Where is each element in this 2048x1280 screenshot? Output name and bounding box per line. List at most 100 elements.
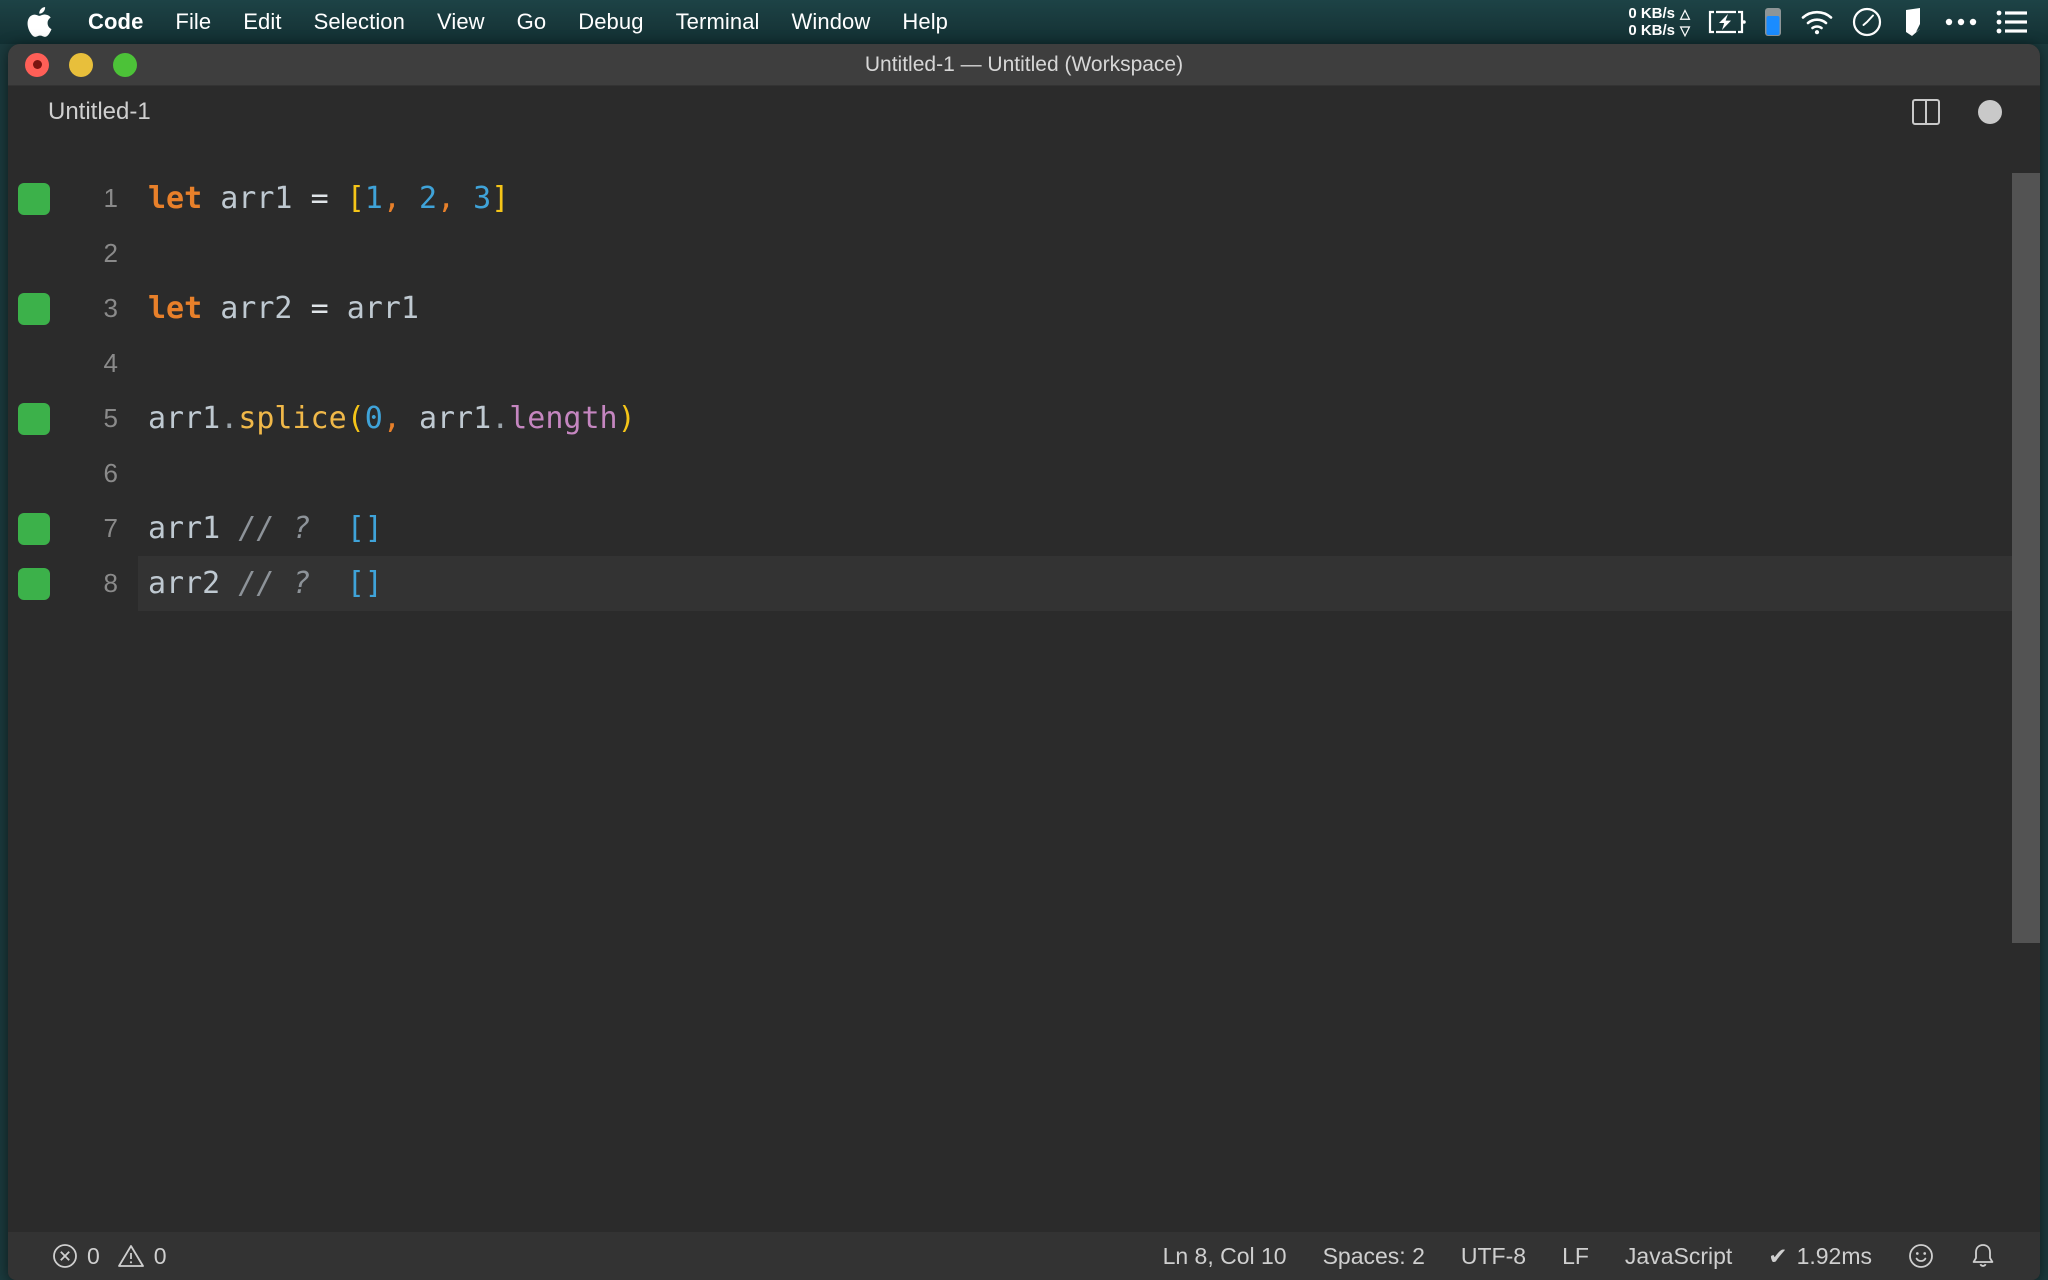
code-line[interactable]: 8 arr2 // ? [] (8, 556, 2040, 611)
close-button[interactable] (25, 52, 49, 77)
problems-indicator[interactable]: 0 0 (34, 1243, 185, 1270)
code-editor[interactable]: 1 let arr1 = [1, 2, 3] 2 3 let arr2 = arr1 4 5… (8, 138, 2040, 1232)
error-count: 0 (87, 1242, 100, 1269)
menu-item-selection[interactable]: Selection (298, 0, 421, 44)
menu-bar-status-items: 0 KB/s 0 KB/s △ ▽ (1628, 0, 2048, 44)
status-bar-left: 0 0 (8, 1243, 185, 1270)
code-token: 2 (418, 181, 437, 216)
editor-vertical-scrollbar[interactable] (2012, 173, 2040, 943)
code-line-text: let arr2 = arr1 (148, 291, 2040, 326)
network-upload-speed: 0 KB/s (1628, 5, 1675, 22)
code-line[interactable]: 3 let arr2 = arr1 (8, 281, 2040, 336)
code-token: arr1 (148, 511, 221, 546)
minimize-button[interactable] (69, 52, 93, 77)
maximize-button[interactable] (113, 52, 137, 77)
warning-triangle-icon (117, 1243, 145, 1269)
line-number: 8 (103, 568, 118, 598)
menu-item-window[interactable]: Window (776, 0, 887, 44)
app-icon[interactable] (1900, 7, 1926, 37)
unsaved-dot-icon[interactable] (1978, 100, 2002, 124)
code-token: , (382, 401, 401, 436)
code-token: ( (346, 401, 365, 436)
apple-logo-icon[interactable] (26, 7, 52, 37)
code-line-text: let arr1 = [1, 2, 3] (148, 181, 2040, 216)
vscode-window: Untitled-1 — Untitled (Workspace) Untitl… (8, 44, 2040, 1280)
menu-item-terminal[interactable]: Terminal (660, 0, 776, 44)
runtime-check-icon: ✔ (1768, 1242, 1788, 1269)
menu-item-file[interactable]: File (159, 0, 227, 44)
ellipsis-icon[interactable] (1944, 16, 1978, 28)
quokka-runtime-indicator[interactable]: ✔ 1.92ms (1750, 1243, 1890, 1270)
traffic-light-buttons (8, 52, 137, 77)
tab-bar-actions (1912, 99, 2040, 125)
menu-item-go[interactable]: Go (501, 0, 563, 44)
code-token: 0 (364, 401, 383, 436)
menu-item-debug[interactable]: Debug (562, 0, 659, 44)
code-token: [ (346, 181, 365, 216)
code-token: // ? (238, 511, 311, 546)
code-token: = (310, 181, 329, 216)
feedback-button[interactable] (1890, 1243, 1952, 1269)
window-title: Untitled-1 — Untitled (Workspace) (864, 52, 1184, 76)
macos-menu-bar: Code File Edit Selection View Go Debug T… (0, 0, 2048, 44)
code-line-text: arr1.splice(0, arr1.length) (148, 401, 2040, 436)
code-line[interactable]: 6 (8, 446, 2040, 501)
code-token: . (491, 401, 510, 436)
split-editor-icon[interactable] (1912, 99, 1940, 125)
line-number: 5 (103, 403, 118, 433)
indentation-setting[interactable]: Spaces: 2 (1305, 1243, 1443, 1270)
notifications-button[interactable] (1952, 1242, 2014, 1270)
list-menu-icon[interactable] (1996, 10, 2028, 34)
clock-icon[interactable] (1852, 7, 1882, 37)
menu-bar-items: Code File Edit Selection View Go Debug T… (0, 0, 964, 44)
menu-item-view[interactable]: View (421, 0, 501, 44)
menu-item-help[interactable]: Help (886, 0, 964, 44)
code-line[interactable]: 2 (8, 226, 2040, 281)
code-line[interactable]: 5 arr1.splice(0, arr1.length) (8, 391, 2040, 446)
tab-untitled-1[interactable]: Untitled-1 (8, 98, 151, 126)
code-token: 1 (364, 181, 383, 216)
battery-charging-icon[interactable] (1708, 10, 1746, 34)
code-token: let (148, 291, 203, 326)
code-token: [] (346, 511, 383, 546)
network-speed-indicator[interactable]: 0 KB/s 0 KB/s △ ▽ (1628, 5, 1690, 39)
code-token: [] (346, 566, 383, 601)
encoding-setting[interactable]: UTF-8 (1443, 1243, 1544, 1270)
eol-setting[interactable]: LF (1544, 1243, 1607, 1270)
code-token: arr1 (148, 401, 221, 436)
upload-arrow-icon: △ (1680, 6, 1690, 21)
wifi-icon[interactable] (1800, 9, 1834, 35)
code-token: arr1 (220, 181, 293, 216)
menu-item-code[interactable]: Code (72, 0, 159, 44)
code-token: splice (238, 401, 347, 436)
battery-level-icon[interactable] (1764, 7, 1782, 37)
code-token: let (148, 181, 203, 216)
cursor-position[interactable]: Ln 8, Col 10 (1145, 1243, 1305, 1270)
line-number: 4 (103, 348, 118, 378)
code-token: = (310, 291, 329, 326)
menu-item-edit[interactable]: Edit (227, 0, 297, 44)
language-mode[interactable]: JavaScript (1607, 1243, 1750, 1270)
editor-tab-bar: Untitled-1 (8, 86, 2040, 138)
smiley-icon (1908, 1243, 1934, 1269)
window-title-bar: Untitled-1 — Untitled (Workspace) (8, 44, 2040, 86)
code-token: ) (617, 401, 636, 436)
code-token: , (437, 181, 456, 216)
download-arrow-icon: ▽ (1680, 23, 1690, 38)
code-token: length (509, 401, 618, 436)
code-line-text: arr2 // ? [] (148, 566, 2040, 601)
code-line[interactable]: 1 let arr1 = [1, 2, 3] (8, 171, 2040, 226)
code-line-text: arr1 // ? [] (148, 511, 2040, 546)
code-line[interactable]: 7 arr1 // ? [] (8, 501, 2040, 556)
code-token: arr1 (346, 291, 419, 326)
code-line[interactable]: 4 (8, 336, 2040, 391)
